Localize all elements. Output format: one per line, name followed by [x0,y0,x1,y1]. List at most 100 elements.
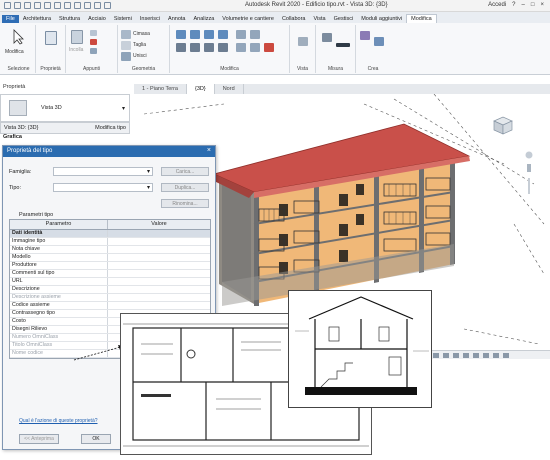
ribbon-tab[interactable]: Architettura [19,15,55,23]
parameter-value[interactable] [108,286,210,293]
parameter-value[interactable] [108,246,210,253]
join-geometry-icon[interactable] [121,52,131,61]
ribbon-tab[interactable]: Struttura [55,15,84,23]
open-icon[interactable] [14,2,21,9]
dimension-icon[interactable] [336,43,350,47]
parameter-value[interactable] [108,302,210,309]
ribbon-tab[interactable]: Vista [309,15,329,23]
crop-view-icon[interactable] [483,352,489,358]
ribbon-tab[interactable]: Acciaio [84,15,110,23]
parameter-row[interactable]: Codice assieme [10,302,210,310]
ribbon-tab[interactable]: Sistemi [110,15,136,23]
move-icon[interactable] [176,43,186,52]
measure-tool-icon[interactable] [322,33,332,42]
sync-icon[interactable] [34,2,41,9]
delete-icon[interactable] [264,43,274,52]
chevron-down-icon[interactable]: ▾ [122,105,125,112]
instance-selector-value[interactable]: Vista 3D: {3D} [4,125,38,131]
parameter-row[interactable]: Nota chiave [10,246,210,254]
create-assembly-icon[interactable] [360,31,370,40]
ribbon-tab[interactable]: Gestisci [330,15,358,23]
array-icon[interactable] [250,30,260,39]
ribbon-tab[interactable]: Inserisci [136,15,164,23]
ribbon-tab[interactable]: Modifica [406,14,437,23]
paste-label[interactable]: Incolla [69,47,83,53]
ribbon-tab[interactable]: Volumetrie e cantiere [218,15,278,23]
zoom-icon[interactable] [527,164,531,172]
view-tab[interactable]: {3D} [186,84,215,94]
view-tools-icon[interactable] [298,37,308,46]
sun-path-icon[interactable] [463,352,469,358]
minimize-icon[interactable]: – [522,2,525,8]
parameter-row[interactable]: Descrizione assieme [10,294,210,302]
navigation-bar[interactable] [524,150,534,200]
parameter-row[interactable]: Modello [10,254,210,262]
parameter-value[interactable] [108,294,210,301]
nav-bar-track[interactable] [528,178,530,194]
type-select[interactable]: ▾ [53,183,153,192]
scale-icon[interactable] [433,352,439,358]
cope-label[interactable]: Cimasa [133,31,150,37]
create-group-icon[interactable] [374,37,384,46]
pin-icon[interactable] [250,43,260,52]
parameter-value[interactable] [108,262,210,269]
measure-icon[interactable] [74,2,81,9]
join-icon[interactable] [90,48,97,54]
text-icon[interactable] [84,2,91,9]
parameter-value[interactable] [108,254,210,261]
reveal-hidden-icon[interactable] [503,352,509,358]
parameter-value[interactable] [108,270,210,277]
user-signin[interactable]: Accedi [488,2,506,8]
print-icon[interactable] [64,2,71,9]
detail-level-icon[interactable] [443,352,449,358]
parameter-row[interactable]: URL [10,278,210,286]
close-icon[interactable]: × [540,2,544,8]
cut-geometry-label[interactable]: Taglia [133,42,146,48]
home-icon[interactable] [4,2,11,9]
type-selector[interactable]: Vista 3D ▾ [0,94,130,122]
close-icon[interactable]: × [207,147,211,154]
section-icon[interactable] [104,2,111,9]
parameter-row[interactable]: Immagine tipo [10,238,210,246]
ribbon-tab[interactable]: File [2,15,19,23]
parameter-value[interactable] [108,238,210,245]
parameter-row[interactable]: Descrizione [10,286,210,294]
family-select[interactable]: ▾ [53,167,153,176]
modify-button[interactable]: Modifica [5,49,24,55]
save-icon[interactable] [24,2,31,9]
duplicate-button[interactable]: Duplica... [161,183,209,192]
steering-wheel-icon[interactable] [525,151,533,159]
ribbon-tab[interactable]: Analizza [189,15,218,23]
cut-icon[interactable] [90,39,97,45]
chevron-down-icon[interactable]: ▾ [147,184,150,191]
cut-geometry-icon[interactable] [121,41,131,50]
instance-selector[interactable]: Vista 3D: {3D} Modifica tipo [0,122,130,134]
ribbon-tab[interactable]: Moduli aggiuntivi [357,15,406,23]
parameter-value[interactable] [108,278,210,285]
copy-icon[interactable] [90,30,97,36]
parameter-row[interactable]: Produttore [10,262,210,270]
mirror-axis-icon[interactable] [204,30,214,39]
align-icon[interactable] [176,30,186,39]
chevron-down-icon[interactable]: ▾ [147,168,150,175]
view-tab[interactable]: Nord [215,84,244,94]
edit-type-button[interactable]: Modifica tipo [95,125,126,131]
temporary-hide-icon[interactable] [493,352,499,358]
parameter-row[interactable]: Commenti sul tipo [10,270,210,278]
copy-element-icon[interactable] [190,43,200,52]
help-button[interactable]: ? [512,2,515,8]
cope-icon[interactable] [121,30,131,39]
help-link[interactable]: Qual è l'azione di queste proprietà? [19,418,98,424]
join-geometry-label[interactable]: Unisci [133,53,147,59]
paste-icon[interactable] [71,30,83,44]
properties-icon[interactable] [45,31,57,45]
undo-icon[interactable] [44,2,51,9]
shadows-icon[interactable] [473,352,479,358]
load-button[interactable]: Carica... [161,167,209,176]
split-icon[interactable] [236,30,246,39]
preview-button[interactable]: << Anteprima [19,434,59,444]
viewcube-icon[interactable] [490,112,516,138]
ribbon-tab[interactable]: Annota [164,15,189,23]
rotate-icon[interactable] [204,43,214,52]
ok-button[interactable]: OK [81,434,111,444]
